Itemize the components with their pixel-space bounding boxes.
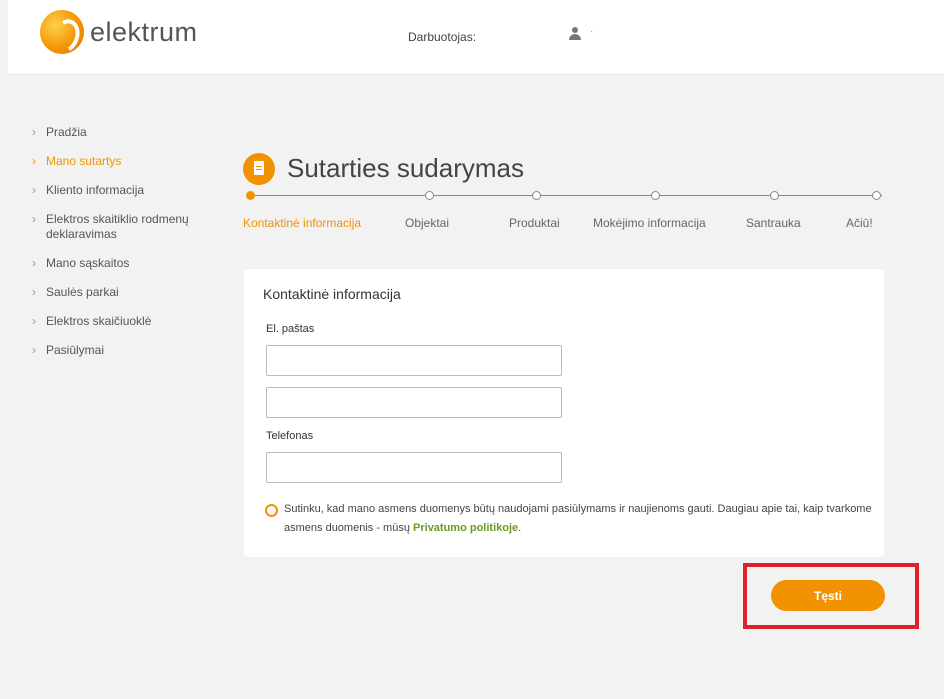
stepper-line (246, 195, 882, 196)
step-dot-6 (872, 191, 881, 200)
consent-text: Sutinku, kad mano asmens duomenys būtų n… (284, 500, 874, 538)
step-label: Santrauka (746, 216, 801, 230)
highlight-box (743, 563, 919, 629)
sidebar-item-label: Pasiūlymai (46, 343, 105, 357)
chevron-right-icon: › (32, 314, 36, 328)
contact-form-card: Kontaktinė informacija El. paštas Telefo… (244, 269, 884, 557)
chevron-right-icon: › (32, 154, 36, 168)
step-label: Kontaktinė informacija (243, 216, 362, 230)
logo-text: elektrum (90, 16, 198, 47)
step-label: Ačiū! (846, 216, 873, 230)
sidebar-item-label: Saulės parkai (46, 285, 119, 299)
logo[interactable]: elektrum (40, 10, 198, 54)
step-dot-4 (651, 191, 660, 200)
sidebar-item-pasiulymai[interactable]: › Pasiūlymai (32, 343, 222, 358)
chevron-right-icon: › (32, 183, 36, 197)
sidebar-item-label: Mano sąskaitos (46, 256, 130, 270)
sidebar-nav: › Pradžia › Mano sutartys › Kliento informa… (32, 125, 222, 372)
privacy-policy-link[interactable]: Privatumo politikoje (413, 522, 518, 534)
stepper-labels: Kontaktinė informacija Objektai Produkta… (243, 216, 883, 232)
sidebar-item-pradzia[interactable]: › Pradžia (32, 125, 222, 140)
phone-field[interactable] (266, 452, 562, 483)
sidebar-item-label: Mano sutartys (46, 154, 122, 168)
chevron-right-icon: › (32, 212, 36, 226)
user-icon[interactable] (569, 27, 581, 41)
chevron-right-icon: › (32, 285, 36, 299)
email-label: El. paštas (266, 323, 315, 335)
chevron-right-icon: › (32, 343, 36, 357)
consent-body: Sutinku, kad mano asmens duomenys būtų n… (284, 503, 872, 534)
sidebar-item-label: Elektros skaičiuoklė (46, 314, 152, 328)
step-dot-2 (425, 191, 434, 200)
sidebar-item-mano-sutartys[interactable]: › Mano sutartys (32, 154, 222, 169)
step-dot-1 (246, 191, 255, 200)
chevron-right-icon: › (32, 125, 36, 139)
sidebar-item-label: Kliento informacija (46, 183, 145, 197)
elektrum-logo-icon (40, 10, 84, 54)
sidebar-item-mano-saskaitos[interactable]: › Mano sąskaitos (32, 256, 222, 271)
sidebar-item-kliento-informacija[interactable]: › Kliento informacija (32, 183, 222, 198)
consent-end: . (518, 522, 522, 534)
sidebar-item-rodmenu-deklaravimas[interactable]: › Elektros skaitiklio rodmenų deklaravima… (32, 212, 222, 242)
form-title: Kontaktinė informacija (263, 286, 401, 302)
header: elektrum Darbuotojas: · (8, 0, 944, 75)
chevron-right-icon: › (32, 256, 36, 270)
email-confirm-field[interactable] (266, 387, 562, 418)
phone-label: Telefonas (266, 430, 314, 442)
sidebar-item-saules-parkai[interactable]: › Saulės parkai (32, 285, 222, 300)
user-name: · (590, 26, 594, 37)
step-dot-5 (770, 191, 779, 200)
step-label: Mokėjimo informacija (593, 216, 706, 230)
email-field[interactable] (266, 345, 562, 376)
sidebar-item-label: Elektros skaitiklio rodmenų deklaravimas (46, 212, 189, 241)
consent-radio[interactable] (265, 504, 278, 517)
employee-label: Darbuotojas: (408, 30, 477, 44)
page-title: Sutarties sudarymas (287, 153, 524, 184)
sidebar-item-elektros-skaiciuokle[interactable]: › Elektros skaičiuoklė (32, 314, 222, 329)
step-label: Objektai (405, 216, 450, 230)
document-icon (243, 152, 275, 185)
step-dot-3 (532, 191, 541, 200)
sidebar-item-label: Pradžia (46, 125, 87, 139)
step-label: Produktai (509, 216, 560, 230)
progress-stepper (246, 189, 882, 201)
